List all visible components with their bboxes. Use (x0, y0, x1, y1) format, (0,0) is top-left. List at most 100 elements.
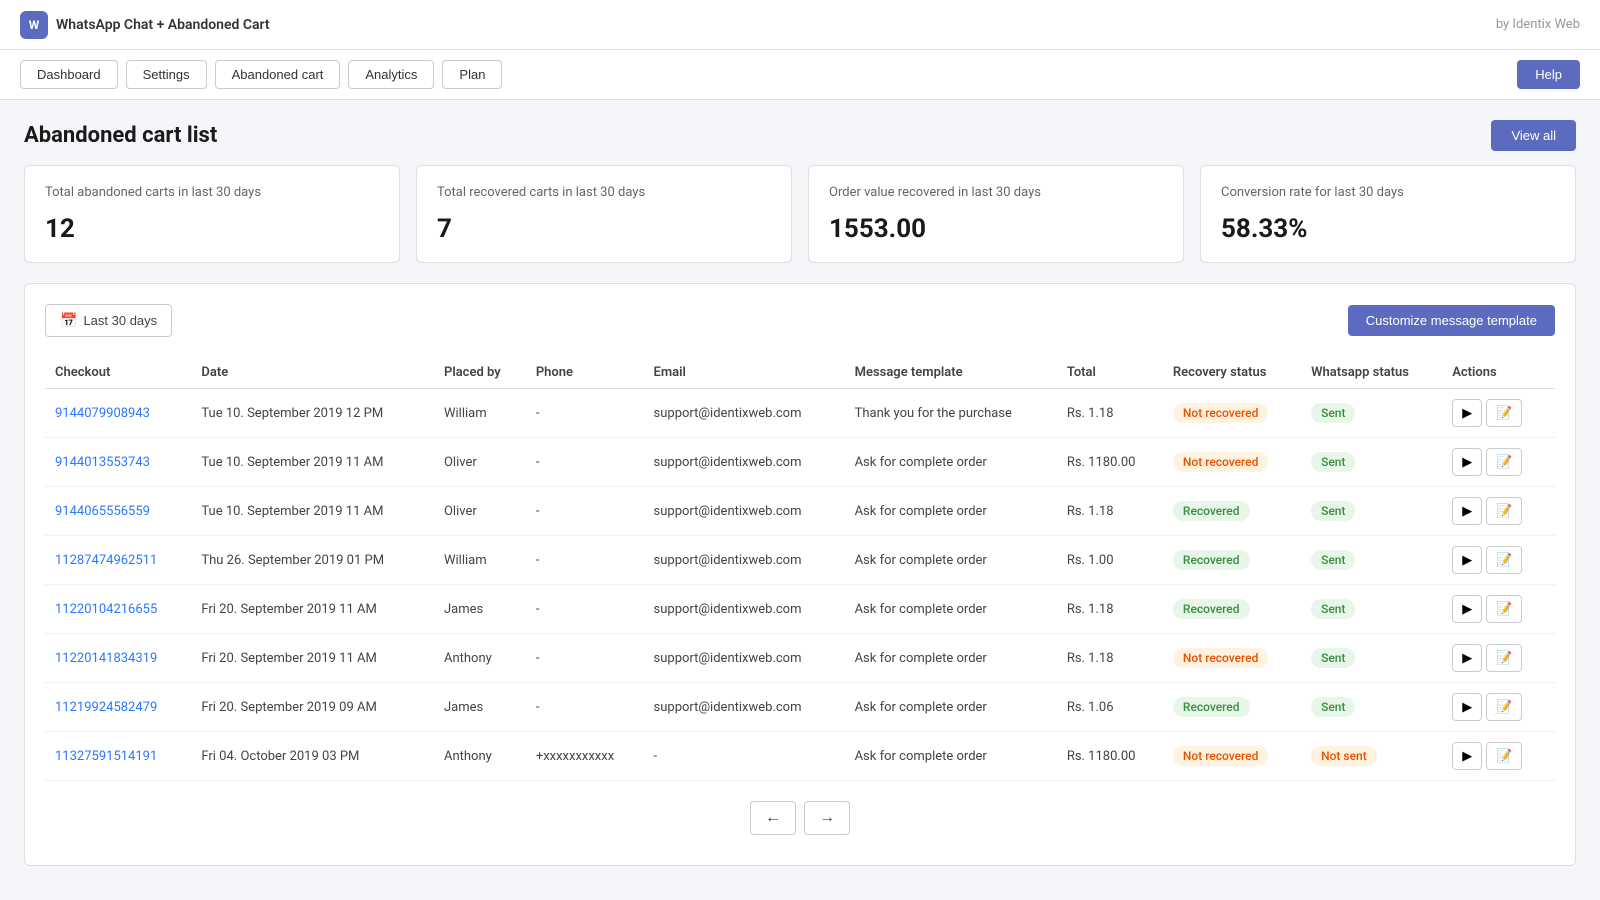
stat-value-order-value: 1553.00 (829, 214, 1163, 244)
cell-actions: ▶📝 (1442, 732, 1555, 781)
tab-dashboard[interactable]: Dashboard (20, 60, 118, 89)
carts-table: Checkout Date Placed by Phone Email Mess… (45, 357, 1555, 781)
cell-email: support@identixweb.com (644, 585, 845, 634)
send-action-button[interactable]: ▶ (1452, 497, 1482, 525)
cell-checkout: 11287474962511 (45, 536, 191, 585)
cell-checkout: 9144065556559 (45, 487, 191, 536)
stat-card-abandoned: Total abandoned carts in last 30 days 12 (24, 165, 400, 263)
table-row: 11220141834319 Fri 20. September 2019 11 … (45, 634, 1555, 683)
stat-value-conversion: 58.33% (1221, 214, 1555, 244)
table-row: 9144065556559Tue 10. September 2019 11 A… (45, 487, 1555, 536)
cell-checkout: 11327591514191 (45, 732, 191, 781)
whatsapp-status-badge: Sent (1311, 550, 1355, 570)
cell-actions: ▶📝 (1442, 585, 1555, 634)
stat-value-recovered: 7 (437, 214, 771, 244)
send-action-button[interactable]: ▶ (1452, 595, 1482, 623)
cell-checkout: 11220104216655 (45, 585, 191, 634)
edit-action-button[interactable]: 📝 (1486, 644, 1522, 672)
prev-page-button[interactable]: ← (750, 801, 796, 835)
top-bar: W WhatsApp Chat + Abandoned Cart by Iden… (0, 0, 1600, 50)
table-row: 9144079908943Tue 10. September 2019 12 P… (45, 389, 1555, 438)
cell-whatsapp-status: Sent (1301, 487, 1442, 536)
checkout-link[interactable]: 11219924582479 (55, 700, 157, 715)
date-filter-button[interactable]: 📅 Last 30 days (45, 304, 172, 337)
checkout-link[interactable]: 9144013553743 (55, 455, 150, 470)
page-title: Abandoned cart list (24, 123, 217, 148)
recovery-status-badge: Not recovered (1173, 648, 1268, 668)
cell-email: support@identixweb.com (644, 536, 845, 585)
help-button[interactable]: Help (1517, 60, 1580, 89)
cell-total: Rs. 1180.00 (1057, 732, 1163, 781)
cell-actions: ▶📝 (1442, 634, 1555, 683)
cell-actions: ▶📝 (1442, 683, 1555, 732)
cell-total: Rs. 1.00 (1057, 536, 1163, 585)
col-date: Date (191, 357, 434, 389)
cell-phone: - (526, 683, 644, 732)
tab-abandoned-cart[interactable]: Abandoned cart (215, 60, 341, 89)
tab-analytics[interactable]: Analytics (348, 60, 434, 89)
cell-total: Rs. 1.18 (1057, 585, 1163, 634)
cell-message-template: Ask for complete order (845, 438, 1057, 487)
cell-message-template: Ask for complete order (845, 634, 1057, 683)
tab-plan[interactable]: Plan (442, 60, 502, 89)
view-all-button[interactable]: View all (1491, 120, 1576, 151)
cell-placed-by: William (434, 389, 526, 438)
stat-label-abandoned: Total abandoned carts in last 30 days (45, 184, 379, 202)
content-area: 📅 Last 30 days Customize message templat… (24, 283, 1576, 866)
col-placed-by: Placed by (434, 357, 526, 389)
cell-whatsapp-status: Sent (1301, 585, 1442, 634)
checkout-link[interactable]: 11287474962511 (55, 553, 157, 568)
cell-placed-by: Oliver (434, 438, 526, 487)
cell-date: Fri 04. October 2019 03 PM (191, 732, 434, 781)
edit-action-button[interactable]: 📝 (1486, 742, 1522, 770)
checkout-link[interactable]: 11327591514191 (55, 749, 157, 764)
col-total: Total (1057, 357, 1163, 389)
checkout-link[interactable]: 9144079908943 (55, 406, 150, 421)
cell-checkout: 11219924582479 (45, 683, 191, 732)
col-recovery-status: Recovery status (1163, 357, 1301, 389)
cell-date: Fri 20. September 2019 11 AM (191, 634, 434, 683)
whatsapp-status-badge: Not sent (1311, 746, 1377, 766)
checkout-link[interactable]: 11220141834319 (55, 651, 157, 666)
table-row: 11327591514191 Fri 04. October 2019 03 PM… (45, 732, 1555, 781)
edit-action-button[interactable]: 📝 (1486, 399, 1522, 427)
table-row: 11219924582479Fri 20. September 2019 09 … (45, 683, 1555, 732)
edit-action-button[interactable]: 📝 (1486, 448, 1522, 476)
cell-email: support@identixweb.com (644, 683, 845, 732)
cell-checkout: 11220141834319 (45, 634, 191, 683)
cell-phone: - (526, 487, 644, 536)
cell-checkout: 9144079908943 (45, 389, 191, 438)
cell-date: Fri 20. September 2019 11 AM (191, 585, 434, 634)
checkout-link[interactable]: 11220104216655 (55, 602, 157, 617)
send-action-button[interactable]: ▶ (1452, 399, 1482, 427)
send-action-button[interactable]: ▶ (1452, 742, 1482, 770)
send-action-button[interactable]: ▶ (1452, 693, 1482, 721)
customize-template-button[interactable]: Customize message template (1348, 305, 1555, 336)
stat-label-order-value: Order value recovered in last 30 days (829, 184, 1163, 202)
next-page-button[interactable]: → (804, 801, 850, 835)
cell-whatsapp-status: Not sent (1301, 732, 1442, 781)
edit-action-button[interactable]: 📝 (1486, 693, 1522, 721)
cell-recovery-status: Recovered (1163, 536, 1301, 585)
toolbar: 📅 Last 30 days Customize message templat… (45, 304, 1555, 337)
send-action-button[interactable]: ▶ (1452, 546, 1482, 574)
edit-action-button[interactable]: 📝 (1486, 497, 1522, 525)
app-logo: W WhatsApp Chat + Abandoned Cart (20, 11, 1496, 39)
pagination: ← → (45, 781, 1555, 845)
recovery-status-badge: Not recovered (1173, 746, 1268, 766)
stat-label-recovered: Total recovered carts in last 30 days (437, 184, 771, 202)
whatsapp-status-badge: Sent (1311, 452, 1355, 472)
col-phone: Phone (526, 357, 644, 389)
checkout-link[interactable]: 9144065556559 (55, 504, 150, 519)
edit-action-button[interactable]: 📝 (1486, 595, 1522, 623)
table-header: Checkout Date Placed by Phone Email Mess… (45, 357, 1555, 389)
cell-recovery-status: Not recovered (1163, 634, 1301, 683)
cell-message-template: Ask for complete order (845, 585, 1057, 634)
tab-settings[interactable]: Settings (126, 60, 207, 89)
cell-placed-by: William (434, 536, 526, 585)
send-action-button[interactable]: ▶ (1452, 644, 1482, 672)
date-filter-label: Last 30 days (83, 313, 157, 328)
recovery-status-badge: Not recovered (1173, 452, 1268, 472)
send-action-button[interactable]: ▶ (1452, 448, 1482, 476)
edit-action-button[interactable]: 📝 (1486, 546, 1522, 574)
